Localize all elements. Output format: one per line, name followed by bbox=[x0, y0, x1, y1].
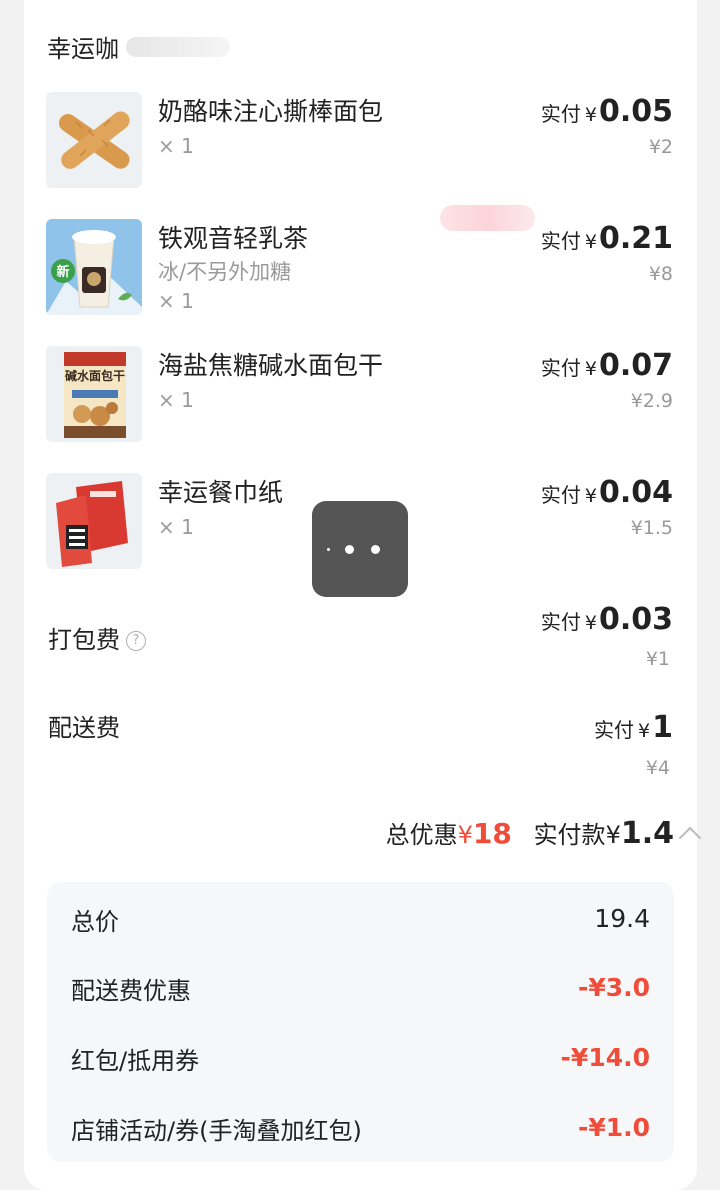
item-quantity: × 1 bbox=[158, 289, 194, 313]
breakdown-row: 红包/抵用券 -¥14.0 bbox=[71, 1041, 650, 1081]
currency-symbol: ¥ bbox=[584, 104, 597, 126]
item-quantity: × 1 bbox=[158, 515, 194, 539]
question-circle-icon[interactable]: ? bbox=[126, 631, 146, 651]
total-amount: 1.4 bbox=[620, 816, 674, 851]
item-name: 铁观音轻乳茶 bbox=[158, 224, 309, 253]
order-item[interactable]: 新 铁观音轻乳茶 冰/不另外加糖 × 1 实付 ¥0.21 ¥8 bbox=[0, 219, 720, 319]
paid-label: 实付 bbox=[540, 229, 581, 253]
more-dots-button[interactable] bbox=[312, 501, 408, 597]
paid-label: 实付 bbox=[540, 356, 581, 380]
total-currency: ¥ bbox=[605, 821, 621, 849]
total-label: 实付款 bbox=[533, 821, 606, 849]
milk-tea-image: 新 bbox=[46, 219, 142, 315]
paid-amount: 0.21 bbox=[598, 221, 673, 256]
paid-amount: 0.04 bbox=[598, 475, 673, 510]
item-name: 海盐焦糖碱水面包干 bbox=[158, 351, 384, 380]
item-original-price: ¥8 bbox=[648, 263, 673, 285]
order-item[interactable]: 奶酪味注心撕棒面包 × 1 实付 ¥0.05 ¥2 bbox=[0, 92, 720, 192]
item-name: 奶酪味注心撕棒面包 bbox=[158, 97, 384, 126]
currency-symbol: ¥ bbox=[584, 612, 597, 634]
dot bbox=[345, 545, 354, 554]
item-spec: 冰/不另外加糖 bbox=[158, 260, 292, 284]
packing-fee-original: ¥1 bbox=[645, 648, 670, 670]
delivery-fee-original: ¥4 bbox=[645, 757, 670, 779]
item-name: 幸运餐巾纸 bbox=[158, 478, 284, 507]
item-paid-price: 实付 ¥0.07 bbox=[541, 348, 673, 383]
discount-amount: 18 bbox=[472, 817, 512, 850]
paid-amount: 1 bbox=[652, 710, 673, 745]
breakdown-value: 19.4 bbox=[594, 904, 650, 933]
more-dots-icon bbox=[327, 548, 330, 551]
breakdown-label: 红包/抵用券 bbox=[71, 1047, 200, 1075]
item-paid-price: 实付 ¥0.21 bbox=[541, 221, 673, 256]
paid-label: 实付 bbox=[540, 102, 581, 126]
paid-label: 实付 bbox=[540, 610, 581, 634]
breakdown-label: 总价 bbox=[71, 908, 119, 936]
item-original-price: ¥2.9 bbox=[630, 390, 673, 412]
currency-symbol: ¥ bbox=[584, 231, 597, 253]
delivery-fee-label: 配送费 bbox=[48, 714, 120, 742]
breakdown-value: -¥3.0 bbox=[577, 973, 650, 1002]
napkin-box-image bbox=[46, 473, 142, 569]
bread-snack-bag-image: 碱水面包干 bbox=[46, 346, 142, 442]
breakdown-row: 配送费优惠 -¥3.0 bbox=[71, 971, 650, 1011]
store-name[interactable]: 幸运咖 bbox=[47, 29, 119, 64]
paid-amount: 0.07 bbox=[598, 348, 673, 383]
item-paid-price: 实付 ¥0.05 bbox=[541, 94, 673, 129]
order-item[interactable]: 碱水面包干 海盐焦糖碱水面包干 × 1 实付 ¥0.07 ¥2.9 bbox=[0, 346, 720, 446]
breakdown-value: -¥14.0 bbox=[560, 1043, 650, 1072]
fee-label-text: 打包费 bbox=[48, 626, 120, 654]
discount-currency: ¥ bbox=[457, 821, 473, 849]
breakdown-row: 总价 19.4 bbox=[71, 902, 650, 942]
price-breakdown-panel: 总价 19.4 配送费优惠 -¥3.0 红包/抵用券 -¥14.0 店铺活动/券… bbox=[47, 882, 674, 1162]
store-name-obscured bbox=[126, 37, 230, 57]
pack-text: 碱水面包干 bbox=[65, 368, 125, 383]
currency-symbol: ¥ bbox=[584, 358, 597, 380]
new-badge: 新 bbox=[56, 264, 69, 280]
item-quantity: × 1 bbox=[158, 388, 194, 412]
item-paid-price: 实付 ¥0.04 bbox=[541, 475, 673, 510]
breakdown-value: -¥1.0 bbox=[577, 1113, 650, 1142]
item-quantity: × 1 bbox=[158, 134, 194, 158]
dot bbox=[371, 545, 380, 554]
paid-label: 实付 bbox=[594, 718, 635, 742]
currency-symbol: ¥ bbox=[584, 485, 597, 507]
paid-label: 实付 bbox=[540, 483, 581, 507]
breakdown-label: 店铺活动/券(手淘叠加红包) bbox=[71, 1117, 362, 1145]
currency-symbol: ¥ bbox=[638, 720, 651, 742]
delivery-fee-paid: 实付 ¥1 bbox=[594, 710, 673, 745]
paid-amount: 0.03 bbox=[598, 602, 673, 637]
packing-fee-label: 打包费? bbox=[48, 620, 146, 655]
order-summary-toggle[interactable]: 总优惠¥18 实付款¥1.4 bbox=[385, 815, 702, 851]
discount-label: 总优惠 bbox=[385, 821, 458, 849]
item-original-price: ¥1.5 bbox=[630, 517, 673, 539]
packing-fee-paid: 实付 ¥0.03 bbox=[541, 602, 673, 637]
cheese-bread-image bbox=[46, 92, 142, 188]
paid-amount: 0.05 bbox=[598, 94, 673, 129]
breakdown-label: 配送费优惠 bbox=[71, 977, 191, 1005]
item-original-price: ¥2 bbox=[648, 136, 673, 158]
breakdown-row: 店铺活动/券(手淘叠加红包) -¥1.0 bbox=[71, 1111, 650, 1151]
chevron-up-icon[interactable] bbox=[678, 826, 702, 850]
